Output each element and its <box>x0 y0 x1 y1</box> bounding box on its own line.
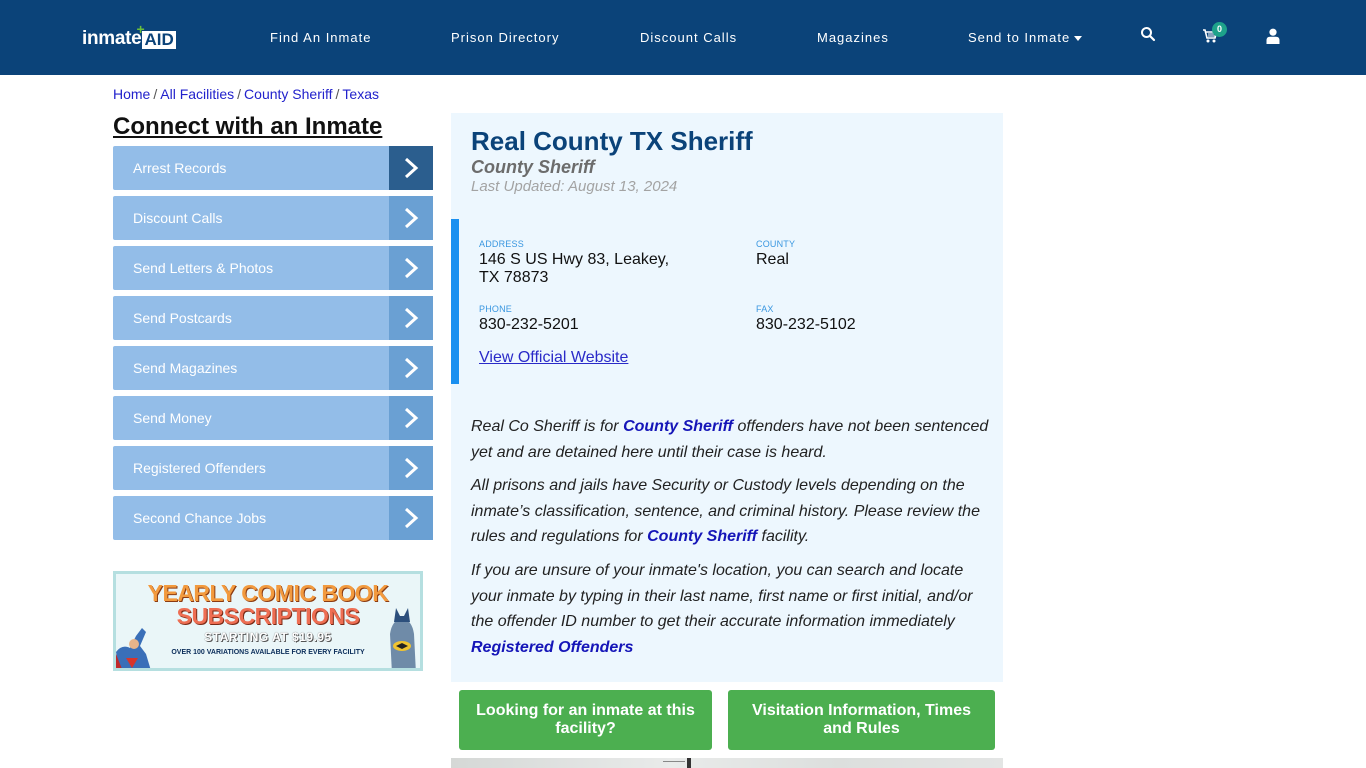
county-label: COUNTY <box>756 239 796 249</box>
phone-value[interactable]: 830-232-5201 <box>479 316 579 334</box>
search-icon[interactable] <box>1140 26 1160 46</box>
user-icon[interactable] <box>1266 28 1286 48</box>
sidebar-item-label: Arrest Records <box>133 160 227 176</box>
sidebar-item-send-magazines[interactable]: Send Magazines <box>113 346 433 390</box>
breadcrumb-separator: / <box>237 86 242 102</box>
sidebar-item-registered-offenders[interactable]: Registered Offenders <box>113 446 433 490</box>
address-field: ADDRESS 146 S US Hwy 83, Leakey, TX 7887… <box>479 239 669 287</box>
facility-type: County Sheriff <box>471 157 595 177</box>
county-sheriff-link[interactable]: County Sheriff <box>623 418 733 435</box>
sidebar-item-label: Send Magazines <box>133 360 238 376</box>
sidebar-item-arrest-records[interactable]: Arrest Records <box>113 146 433 190</box>
sidebar-item-label: Send Money <box>133 410 212 426</box>
fax-label: FAX <box>756 304 774 314</box>
chevron-right-icon <box>389 296 433 340</box>
photo-detail <box>663 761 685 762</box>
registered-offenders-link[interactable]: Registered Offenders <box>471 639 633 656</box>
sidebar-item-send-money[interactable]: Send Money <box>113 396 433 440</box>
logo-text: inmate <box>82 28 142 49</box>
sidebar-item-send-letters-photos[interactable]: Send Letters & Photos <box>113 246 433 290</box>
sidebar-item-label: Discount Calls <box>133 210 223 226</box>
logo-plus-icon: + <box>136 21 145 37</box>
phone-label: PHONE <box>479 304 513 314</box>
sidebar-item-label: Send Postcards <box>133 310 232 326</box>
caret-down-icon <box>1074 36 1083 42</box>
nav-find-an-inmate[interactable]: Find An Inmate <box>270 30 371 46</box>
chevron-right-icon <box>389 246 433 290</box>
facility-title: Real County TX Sheriff <box>471 126 753 156</box>
description-text: Real Co Sheriff is for <box>471 418 624 435</box>
nav-send-to-inmate[interactable]: Send to Inmate <box>968 30 1083 46</box>
chevron-right-icon <box>389 446 433 490</box>
fax-value: 830-232-5102 <box>756 316 856 333</box>
facility-panel: Real County TX Sheriff County Sheriff La… <box>451 113 1003 682</box>
sidebar-item-label: Registered Offenders <box>133 460 266 476</box>
photo-detail <box>687 758 691 768</box>
breadcrumb-texas[interactable]: Texas <box>342 86 379 102</box>
county-sheriff-link[interactable]: County Sheriff <box>647 528 757 545</box>
breadcrumb-all-facilities[interactable]: All Facilities <box>160 86 234 102</box>
chevron-right-icon <box>389 146 433 190</box>
logo-aid-label: AID <box>144 30 174 49</box>
description-text: If you are unsure of your inmate's locat… <box>471 562 973 630</box>
description-paragraph-3: If you are unsure of your inmate's locat… <box>471 558 993 660</box>
description-paragraph-1: Real Co Sheriff is for County Sheriff of… <box>471 414 993 465</box>
nav-send-to-inmate-label: Send to Inmate <box>968 30 1071 45</box>
breadcrumb-separator: / <box>335 86 340 102</box>
ad-subtext: OVER 100 VARIATIONS AVAILABLE FOR EVERY … <box>171 649 365 656</box>
sidebar-menu: Arrest Records Discount Calls Send Lette… <box>113 146 433 546</box>
chevron-right-icon <box>389 196 433 240</box>
fax-field: FAX 830-232-5102 <box>756 304 856 334</box>
view-official-website-link[interactable]: View Official Website <box>479 349 628 367</box>
chevron-right-icon <box>389 346 433 390</box>
nav-magazines[interactable]: Magazines <box>817 30 889 46</box>
nav-discount-calls[interactable]: Discount Calls <box>640 30 737 46</box>
description-paragraph-2: All prisons and jails have Security or C… <box>471 473 993 550</box>
description-text: facility. <box>757 528 810 545</box>
connect-with-inmate-heading: Connect with an Inmate <box>113 113 383 140</box>
last-updated: Last Updated: August 13, 2024 <box>471 178 678 195</box>
inmateaid-logo[interactable]: inmate + AID <box>82 22 176 49</box>
looking-for-inmate-button[interactable]: Looking for an inmate at this facility? <box>459 690 712 750</box>
ad-price-text: STARTING AT $19.95 <box>204 630 332 644</box>
chevron-right-icon <box>389 396 433 440</box>
breadcrumb-home[interactable]: Home <box>113 86 150 102</box>
breadcrumb-separator: / <box>153 86 158 102</box>
facility-contact-info: ADDRESS 146 S US Hwy 83, Leakey, TX 7887… <box>451 219 1003 384</box>
address-label: ADDRESS <box>479 239 524 249</box>
facility-photo <box>451 758 1003 768</box>
sidebar-item-send-postcards[interactable]: Send Postcards <box>113 296 433 340</box>
logo-aid-text: + AID <box>136 22 176 49</box>
sidebar-item-second-chance-jobs[interactable]: Second Chance Jobs <box>113 496 433 540</box>
address-line2: TX 78873 <box>479 269 549 286</box>
visitation-info-button[interactable]: Visitation Information, Times and Rules <box>728 690 995 750</box>
sidebar-item-label: Second Chance Jobs <box>133 510 267 526</box>
sidebar-item-label: Send Letters & Photos <box>133 260 274 276</box>
phone-field: PHONE 830-232-5201 <box>479 304 579 334</box>
county-field: COUNTY Real <box>756 239 795 269</box>
top-navbar: inmate + AID Find An Inmate Prison Direct… <box>0 0 1366 75</box>
chevron-right-icon <box>389 496 433 540</box>
comic-subscription-ad-banner[interactable]: YEARLY COMIC BOOK SUBSCRIPTIONS STARTING… <box>113 571 423 671</box>
breadcrumb: Home / All Facilities / County Sheriff / Texas <box>113 86 379 102</box>
breadcrumb-county-sheriff[interactable]: County Sheriff <box>244 86 332 102</box>
sidebar-item-discount-calls[interactable]: Discount Calls <box>113 196 433 240</box>
address-line1: 146 S US Hwy 83, Leakey, <box>479 251 670 268</box>
nav-prison-directory[interactable]: Prison Directory <box>451 30 559 46</box>
ad-headline-line2: SUBSCRIPTIONS <box>176 603 360 629</box>
county-value: Real <box>756 251 789 268</box>
cart-count-badge: 0 <box>1212 22 1227 37</box>
